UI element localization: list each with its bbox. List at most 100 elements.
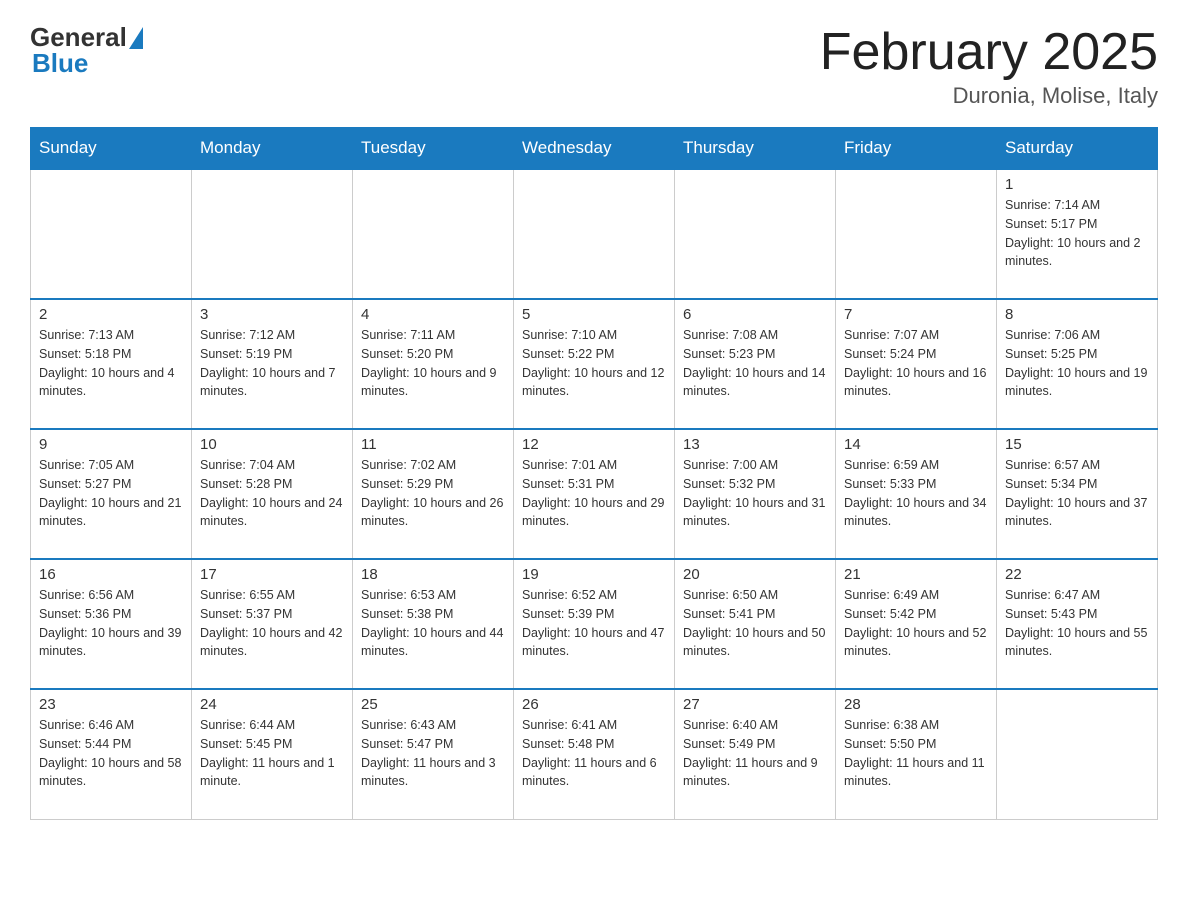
day-info: Sunrise: 6:41 AMSunset: 5:48 PMDaylight:… <box>522 716 666 791</box>
day-info: Sunrise: 6:38 AMSunset: 5:50 PMDaylight:… <box>844 716 988 791</box>
day-number: 8 <box>1005 306 1149 323</box>
weekday-header-tuesday: Tuesday <box>353 128 514 170</box>
page-header: General Blue February 2025 Duronia, Moli… <box>30 24 1158 109</box>
calendar-cell: 9 Sunrise: 7:05 AMSunset: 5:27 PMDaylight… <box>31 429 192 559</box>
calendar-cell: 26 Sunrise: 6:41 AMSunset: 5:48 PMDayligh… <box>514 689 675 819</box>
calendar-cell: 4Sunrise: 7:11 AMSunset: 5:20 PMDaylight… <box>353 299 514 429</box>
day-number: 22 <box>1005 566 1149 583</box>
day-number: 24 <box>200 696 344 713</box>
calendar-cell: 12 Sunrise: 7:01 AMSunset: 5:31 PMDayligh… <box>514 429 675 559</box>
day-info: Sunrise: 7:06 AMSunset: 5:25 PMDaylight:… <box>1005 326 1149 401</box>
day-number: 3 <box>200 306 344 323</box>
day-info: Sunrise: 6:52 AMSunset: 5:39 PMDaylight:… <box>522 586 666 661</box>
calendar-body: 1 Sunrise: 7:14 AMSunset: 5:17 PMDaylight… <box>31 169 1158 819</box>
day-number: 26 <box>522 696 666 713</box>
day-info: Sunrise: 6:56 AMSunset: 5:36 PMDaylight:… <box>39 586 183 661</box>
weekday-header-wednesday: Wednesday <box>514 128 675 170</box>
calendar-cell: 28 Sunrise: 6:38 AMSunset: 5:50 PMDayligh… <box>836 689 997 819</box>
day-number: 9 <box>39 436 183 453</box>
day-number: 18 <box>361 566 505 583</box>
calendar-cell <box>675 169 836 299</box>
calendar-cell: 24 Sunrise: 6:44 AMSunset: 5:45 PMDayligh… <box>192 689 353 819</box>
day-info: Sunrise: 7:08 AMSunset: 5:23 PMDaylight:… <box>683 326 827 401</box>
weekday-header-saturday: Saturday <box>997 128 1158 170</box>
calendar-cell: 1 Sunrise: 7:14 AMSunset: 5:17 PMDaylight… <box>997 169 1158 299</box>
day-number: 7 <box>844 306 988 323</box>
day-number: 17 <box>200 566 344 583</box>
calendar-cell: 8 Sunrise: 7:06 AMSunset: 5:25 PMDaylight… <box>997 299 1158 429</box>
day-info: Sunrise: 6:43 AMSunset: 5:47 PMDaylight:… <box>361 716 505 791</box>
day-number: 25 <box>361 696 505 713</box>
logo-triangle-icon <box>129 27 143 49</box>
logo-blue-text: Blue <box>30 48 88 79</box>
day-info: Sunrise: 6:53 AMSunset: 5:38 PMDaylight:… <box>361 586 505 661</box>
calendar-cell <box>997 689 1158 819</box>
day-number: 27 <box>683 696 827 713</box>
weekday-header-thursday: Thursday <box>675 128 836 170</box>
calendar-cell: 15Sunrise: 6:57 AMSunset: 5:34 PMDayligh… <box>997 429 1158 559</box>
day-number: 10 <box>200 436 344 453</box>
calendar-cell <box>31 169 192 299</box>
day-info: Sunrise: 6:44 AMSunset: 5:45 PMDaylight:… <box>200 716 344 791</box>
day-info: Sunrise: 6:57 AMSunset: 5:34 PMDaylight:… <box>1005 456 1149 531</box>
day-number: 13 <box>683 436 827 453</box>
day-info: Sunrise: 7:04 AMSunset: 5:28 PMDaylight:… <box>200 456 344 531</box>
day-info: Sunrise: 7:11 AMSunset: 5:20 PMDaylight:… <box>361 326 505 401</box>
calendar-table: SundayMondayTuesdayWednesdayThursdayFrid… <box>30 127 1158 820</box>
day-number: 14 <box>844 436 988 453</box>
day-info: Sunrise: 6:50 AMSunset: 5:41 PMDaylight:… <box>683 586 827 661</box>
day-info: Sunrise: 6:59 AMSunset: 5:33 PMDaylight:… <box>844 456 988 531</box>
day-info: Sunrise: 7:12 AMSunset: 5:19 PMDaylight:… <box>200 326 344 401</box>
calendar-cell: 20 Sunrise: 6:50 AMSunset: 5:41 PMDayligh… <box>675 559 836 689</box>
day-info: Sunrise: 7:14 AMSunset: 5:17 PMDaylight:… <box>1005 196 1149 271</box>
day-number: 19 <box>522 566 666 583</box>
day-number: 23 <box>39 696 183 713</box>
calendar-cell: 7 Sunrise: 7:07 AMSunset: 5:24 PMDaylight… <box>836 299 997 429</box>
calendar-cell: 14 Sunrise: 6:59 AMSunset: 5:33 PMDayligh… <box>836 429 997 559</box>
calendar-cell <box>836 169 997 299</box>
week-row-3: 9 Sunrise: 7:05 AMSunset: 5:27 PMDaylight… <box>31 429 1158 559</box>
calendar-cell: 5 Sunrise: 7:10 AMSunset: 5:22 PMDaylight… <box>514 299 675 429</box>
calendar-cell: 6Sunrise: 7:08 AMSunset: 5:23 PMDaylight… <box>675 299 836 429</box>
day-info: Sunrise: 7:00 AMSunset: 5:32 PMDaylight:… <box>683 456 827 531</box>
calendar-cell: 16 Sunrise: 6:56 AMSunset: 5:36 PMDayligh… <box>31 559 192 689</box>
calendar-cell: 19 Sunrise: 6:52 AMSunset: 5:39 PMDayligh… <box>514 559 675 689</box>
calendar-cell: 2 Sunrise: 7:13 AMSunset: 5:18 PMDaylight… <box>31 299 192 429</box>
calendar-cell <box>353 169 514 299</box>
weekday-header-row: SundayMondayTuesdayWednesdayThursdayFrid… <box>31 128 1158 170</box>
day-info: Sunrise: 6:55 AMSunset: 5:37 PMDaylight:… <box>200 586 344 661</box>
day-info: Sunrise: 7:05 AMSunset: 5:27 PMDaylight:… <box>39 456 183 531</box>
day-number: 16 <box>39 566 183 583</box>
day-number: 5 <box>522 306 666 323</box>
calendar-cell: 27 Sunrise: 6:40 AMSunset: 5:49 PMDayligh… <box>675 689 836 819</box>
day-info: Sunrise: 6:46 AMSunset: 5:44 PMDaylight:… <box>39 716 183 791</box>
week-row-1: 1 Sunrise: 7:14 AMSunset: 5:17 PMDaylight… <box>31 169 1158 299</box>
month-title: February 2025 <box>820 24 1158 81</box>
calendar-cell <box>514 169 675 299</box>
day-number: 21 <box>844 566 988 583</box>
calendar-cell: 23 Sunrise: 6:46 AMSunset: 5:44 PMDayligh… <box>31 689 192 819</box>
day-info: Sunrise: 7:13 AMSunset: 5:18 PMDaylight:… <box>39 326 183 401</box>
weekday-header-monday: Monday <box>192 128 353 170</box>
weekday-header-friday: Friday <box>836 128 997 170</box>
week-row-2: 2 Sunrise: 7:13 AMSunset: 5:18 PMDaylight… <box>31 299 1158 429</box>
calendar-cell: 18 Sunrise: 6:53 AMSunset: 5:38 PMDayligh… <box>353 559 514 689</box>
calendar-header: SundayMondayTuesdayWednesdayThursdayFrid… <box>31 128 1158 170</box>
calendar-cell: 21Sunrise: 6:49 AMSunset: 5:42 PMDayligh… <box>836 559 997 689</box>
title-block: February 2025 Duronia, Molise, Italy <box>820 24 1158 109</box>
day-number: 28 <box>844 696 988 713</box>
day-info: Sunrise: 7:07 AMSunset: 5:24 PMDaylight:… <box>844 326 988 401</box>
calendar-cell: 10 Sunrise: 7:04 AMSunset: 5:28 PMDayligh… <box>192 429 353 559</box>
calendar-cell: 13 Sunrise: 7:00 AMSunset: 5:32 PMDayligh… <box>675 429 836 559</box>
weekday-header-sunday: Sunday <box>31 128 192 170</box>
day-number: 11 <box>361 436 505 453</box>
day-number: 2 <box>39 306 183 323</box>
day-info: Sunrise: 7:01 AMSunset: 5:31 PMDaylight:… <box>522 456 666 531</box>
day-info: Sunrise: 7:10 AMSunset: 5:22 PMDaylight:… <box>522 326 666 401</box>
calendar-cell: 25 Sunrise: 6:43 AMSunset: 5:47 PMDayligh… <box>353 689 514 819</box>
day-number: 1 <box>1005 176 1149 193</box>
day-number: 20 <box>683 566 827 583</box>
logo: General Blue <box>30 24 143 79</box>
day-number: 12 <box>522 436 666 453</box>
day-info: Sunrise: 6:40 AMSunset: 5:49 PMDaylight:… <box>683 716 827 791</box>
